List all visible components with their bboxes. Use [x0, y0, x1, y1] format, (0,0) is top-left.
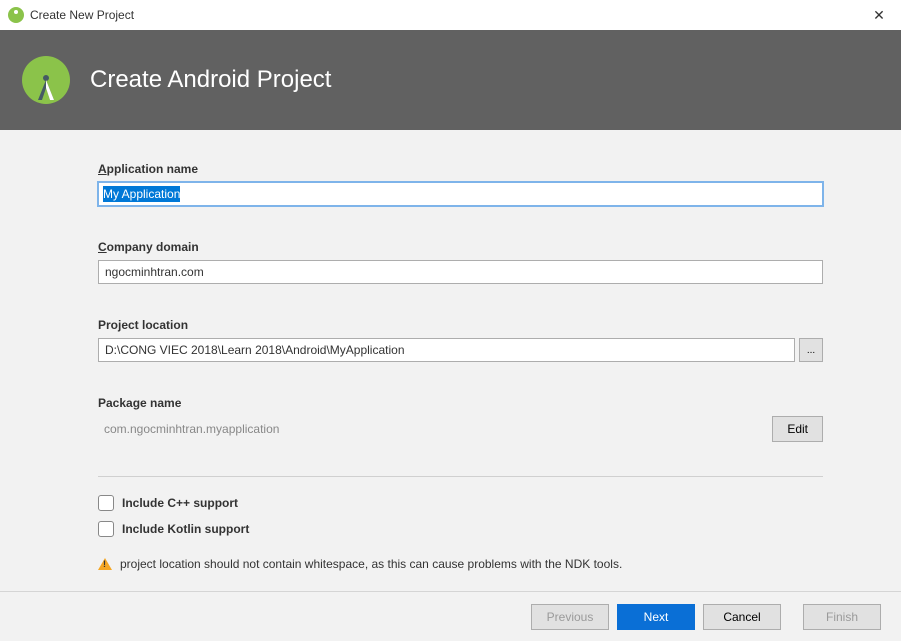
warning-icon [98, 558, 112, 570]
cpp-checkbox[interactable] [98, 495, 114, 511]
app-name-input[interactable]: My Application [98, 182, 823, 206]
cpp-checkbox-label: Include C++ support [122, 496, 238, 510]
package-name-value: com.ngocminhtran.myapplication [98, 422, 279, 436]
warning-text: project location should not contain whit… [120, 557, 622, 571]
browse-button[interactable]: ... [799, 338, 823, 362]
project-location-input[interactable] [98, 338, 795, 362]
edit-button[interactable]: Edit [772, 416, 823, 442]
package-name-label: Package name [98, 396, 823, 410]
company-domain-input[interactable] [98, 260, 823, 284]
cancel-button[interactable]: Cancel [703, 604, 781, 630]
app-name-label: Application name [98, 162, 823, 176]
project-location-label: Project location [98, 318, 823, 332]
banner: Create Android Project [0, 30, 901, 130]
kotlin-checkbox[interactable] [98, 521, 114, 537]
close-button[interactable]: ✕ [867, 3, 891, 27]
titlebar: Create New Project ✕ [0, 0, 901, 30]
form-body: Application name My Application Company … [0, 130, 901, 591]
window-title: Create New Project [30, 8, 134, 22]
page-title: Create Android Project [90, 66, 331, 94]
divider [98, 476, 823, 477]
android-studio-icon [8, 7, 24, 23]
finish-button[interactable]: Finish [803, 604, 881, 630]
android-studio-logo-icon [22, 56, 70, 104]
company-domain-label: Company domain [98, 240, 823, 254]
next-button[interactable]: Next [617, 604, 695, 630]
footer: Previous Next Cancel Finish [0, 591, 901, 641]
kotlin-checkbox-label: Include Kotlin support [122, 522, 249, 536]
previous-button[interactable]: Previous [531, 604, 609, 630]
